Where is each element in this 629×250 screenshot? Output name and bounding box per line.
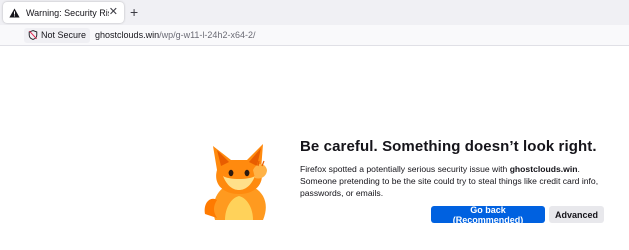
url-bar[interactable]: Not Secure ghostclouds.win/wp/g-w11-l-24… [24, 27, 624, 43]
shield-slash-icon [28, 30, 38, 40]
url-text[interactable]: ghostclouds.win/wp/g-w11-l-24h2-x64-2/ [95, 30, 255, 40]
error-message: Firefox spotted a potentially serious se… [300, 163, 610, 199]
fox-illustration [203, 140, 279, 222]
go-back-button[interactable]: Go back (Recommended) [431, 205, 545, 225]
error-heading: Be careful. Something doesn’t look right… [300, 138, 597, 155]
url-path: /wp/g-w11-l-24h2-x64-2/ [159, 30, 256, 40]
new-tab-button[interactable]: + [130, 4, 138, 20]
close-icon[interactable]: ✕ [109, 7, 118, 18]
error-message-domain: ghostclouds.win [509, 164, 578, 174]
not-secure-label: Not Secure [41, 30, 87, 40]
tab-security-warning[interactable]: Warning: Security Risk ✕ [3, 2, 124, 23]
not-secure-badge[interactable]: Not Secure [24, 27, 91, 43]
error-message-text-start: Firefox spotted a potentially serious se… [300, 164, 510, 174]
advanced-button[interactable]: Advanced [549, 206, 604, 223]
url-host: ghostclouds.win [95, 30, 160, 40]
navigation-bar: Not Secure ghostclouds.win/wp/g-w11-l-24… [0, 25, 629, 46]
tab-strip: Warning: Security Risk ✕ + [0, 0, 629, 25]
warning-icon [9, 7, 21, 19]
tab-title: Warning: Security Risk [26, 7, 109, 18]
